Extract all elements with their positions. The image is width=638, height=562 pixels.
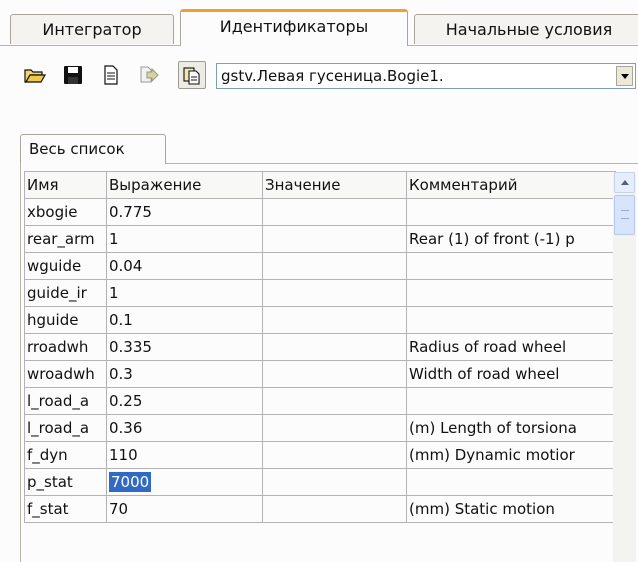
cell-comment[interactable]	[406, 387, 616, 415]
cell-expression[interactable]: 0.1	[106, 306, 263, 334]
cell-value[interactable]	[262, 252, 407, 280]
cell-value[interactable]	[262, 279, 407, 307]
copy-button[interactable]	[178, 61, 206, 89]
identifiers-grid: Имя Выражение Значение Комментарий xbogi…	[24, 171, 638, 562]
save-icon[interactable]	[62, 64, 84, 86]
tab-integrator[interactable]: Интегратор	[10, 14, 174, 44]
cell-comment[interactable]: Radius of road wheel	[406, 333, 616, 361]
cell-expression[interactable]: 0.04	[106, 252, 263, 280]
table-row[interactable]: wguide 0.04	[24, 252, 616, 280]
cell-name[interactable]: l_road_a	[24, 387, 107, 415]
cell-name[interactable]: rroadwh	[24, 333, 107, 361]
table-row[interactable]: hguide 0.1	[24, 306, 616, 334]
cell-expression[interactable]: 70	[106, 495, 263, 523]
cell-comment[interactable]	[406, 468, 616, 496]
cell-comment[interactable]: (mm) Static motion	[406, 495, 616, 523]
main-tab-strip: Интегратор Идентификаторы Начальные усло…	[0, 0, 638, 46]
column-header-comment[interactable]: Комментарий	[406, 171, 616, 199]
cell-comment[interactable]: (mm) Dynamic motior	[406, 441, 616, 469]
cell-comment[interactable]	[406, 198, 616, 226]
cell-name[interactable]: wroadwh	[24, 360, 107, 388]
cell-comment[interactable]	[406, 306, 616, 334]
table-row[interactable]: f_stat 70 (mm) Static motion	[24, 495, 616, 523]
table-row[interactable]: l_road_a 0.36 (m) Length of torsiona	[24, 414, 616, 442]
toolbar: gstv.Левая гусеница.Bogie1.	[0, 60, 638, 94]
table-header-row: Имя Выражение Значение Комментарий	[24, 171, 616, 199]
cell-comment[interactable]: Rear (1) of front (-1) p	[406, 225, 616, 253]
cell-expression[interactable]: 0.25	[106, 387, 263, 415]
cell-value[interactable]	[262, 468, 407, 496]
column-header-value[interactable]: Значение	[262, 171, 407, 199]
cell-value[interactable]	[262, 198, 407, 226]
forward-arrow-icon[interactable]	[138, 64, 160, 86]
cell-value[interactable]	[262, 306, 407, 334]
cell-name[interactable]: wguide	[24, 252, 107, 280]
vertical-scrollbar[interactable]	[613, 172, 636, 562]
chevron-down-icon[interactable]	[616, 66, 633, 86]
column-header-name[interactable]: Имя	[24, 171, 107, 199]
path-combobox[interactable]: gstv.Левая гусеница.Bogie1.	[216, 63, 636, 89]
cell-value[interactable]	[262, 360, 407, 388]
tab-initial-conditions[interactable]: Начальные условия	[414, 14, 638, 44]
cell-expression[interactable]: 1	[106, 225, 263, 253]
open-folder-icon[interactable]	[24, 64, 47, 86]
cell-value[interactable]	[262, 387, 407, 415]
table-row[interactable]: guide_ir 1	[24, 279, 616, 307]
cell-expression[interactable]: 7000	[106, 468, 263, 496]
cell-name[interactable]: f_dyn	[24, 441, 107, 469]
cell-value[interactable]	[262, 225, 407, 253]
cell-comment[interactable]	[406, 252, 616, 280]
document-icon[interactable]	[100, 64, 122, 86]
panel-border	[20, 163, 21, 562]
cell-comment[interactable]	[406, 279, 616, 307]
table-row[interactable]: xbogie 0.775	[24, 198, 616, 226]
cell-name[interactable]: l_road_a	[24, 414, 107, 442]
cell-name[interactable]: rear_arm	[24, 225, 107, 253]
identifiers-table: Имя Выражение Значение Комментарий xbogi…	[24, 171, 616, 523]
cell-name[interactable]: f_stat	[24, 495, 107, 523]
scroll-up-icon[interactable]	[614, 172, 635, 193]
cell-name[interactable]: hguide	[24, 306, 107, 334]
cell-expression[interactable]: 0.36	[106, 414, 263, 442]
table-row[interactable]: rroadwh 0.335 Radius of road wheel	[24, 333, 616, 361]
path-combobox-value: gstv.Левая гусеница.Bogie1.	[221, 67, 444, 85]
copy-icon	[181, 64, 203, 86]
table-row[interactable]: rear_arm 1 Rear (1) of front (-1) p	[24, 225, 616, 253]
table-row[interactable]: f_dyn 110 (mm) Dynamic motior	[24, 441, 616, 469]
cell-expression[interactable]: 110	[106, 441, 263, 469]
tab-full-list[interactable]: Весь список	[20, 134, 166, 164]
cell-name[interactable]: xbogie	[24, 198, 107, 226]
cell-comment[interactable]: Width of road wheel	[406, 360, 616, 388]
table-row-selected[interactable]: p_stat 7000	[24, 468, 616, 496]
cell-name[interactable]: p_stat	[24, 468, 107, 496]
tab-identifiers[interactable]: Идентификаторы	[180, 9, 408, 46]
cell-value[interactable]	[262, 495, 407, 523]
cell-expression[interactable]: 0.775	[106, 198, 263, 226]
cell-expression[interactable]: 1	[106, 279, 263, 307]
cell-name[interactable]: guide_ir	[24, 279, 107, 307]
cell-expression[interactable]: 0.3	[106, 360, 263, 388]
cell-value[interactable]	[262, 414, 407, 442]
cell-expression-editing[interactable]: 7000	[109, 472, 152, 492]
cell-comment[interactable]: (m) Length of torsiona	[406, 414, 616, 442]
cell-value[interactable]	[262, 333, 407, 361]
table-row[interactable]: l_road_a 0.25	[24, 387, 616, 415]
subtab-baseline	[166, 163, 638, 164]
cell-expression[interactable]: 0.335	[106, 333, 263, 361]
table-row[interactable]: wroadwh 0.3 Width of road wheel	[24, 360, 616, 388]
scrollbar-thumb[interactable]	[614, 195, 635, 235]
cell-value[interactable]	[262, 441, 407, 469]
column-header-expression[interactable]: Выражение	[106, 171, 263, 199]
